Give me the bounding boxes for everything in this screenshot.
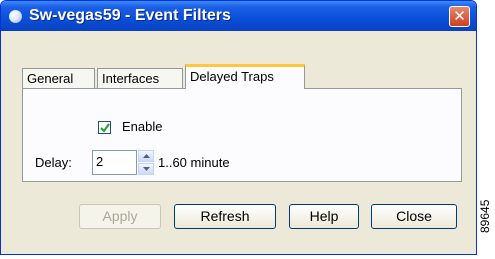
delay-spinner-input[interactable]: 2 <box>92 150 137 175</box>
delay-label: Delay: <box>35 155 72 170</box>
tab-delayed-traps[interactable]: Delayed Traps <box>185 64 305 89</box>
tab-general-label: General <box>27 71 74 86</box>
close-window-button[interactable]: ✕ <box>449 6 470 27</box>
close-button[interactable]: Close <box>371 204 457 229</box>
arrow-up-icon <box>143 154 150 158</box>
title-bar[interactable]: Sw-vegas59 - Event Filters ✕ <box>1 1 476 31</box>
window-title: Sw-vegas59 - Event Filters <box>29 7 231 24</box>
tab-delayed-traps-label: Delayed Traps <box>190 69 274 84</box>
tab-interfaces[interactable]: Interfaces <box>97 68 183 88</box>
enable-checkbox[interactable] <box>98 121 111 134</box>
arrow-down-icon <box>143 167 150 171</box>
refresh-button[interactable]: Refresh <box>174 204 276 229</box>
figure-code: 89645 <box>478 199 492 233</box>
checkmark-icon <box>100 123 110 133</box>
help-button[interactable]: Help <box>289 204 359 229</box>
dialog-window: Sw-vegas59 - Event Filters ✕ General Int… <box>0 0 477 255</box>
apply-button[interactable]: Apply <box>79 204 161 229</box>
delayed-traps-panel: Enable Delay: 2 1..60 minute <box>22 88 462 182</box>
app-icon <box>9 10 22 23</box>
delay-decrement-button[interactable] <box>138 163 154 175</box>
delay-range-label: 1..60 minute <box>158 155 230 170</box>
tab-general[interactable]: General <box>22 68 95 88</box>
close-icon: ✕ <box>453 8 466 25</box>
tab-interfaces-label: Interfaces <box>102 71 160 86</box>
enable-label: Enable <box>122 119 163 134</box>
delay-increment-button[interactable] <box>138 150 154 162</box>
